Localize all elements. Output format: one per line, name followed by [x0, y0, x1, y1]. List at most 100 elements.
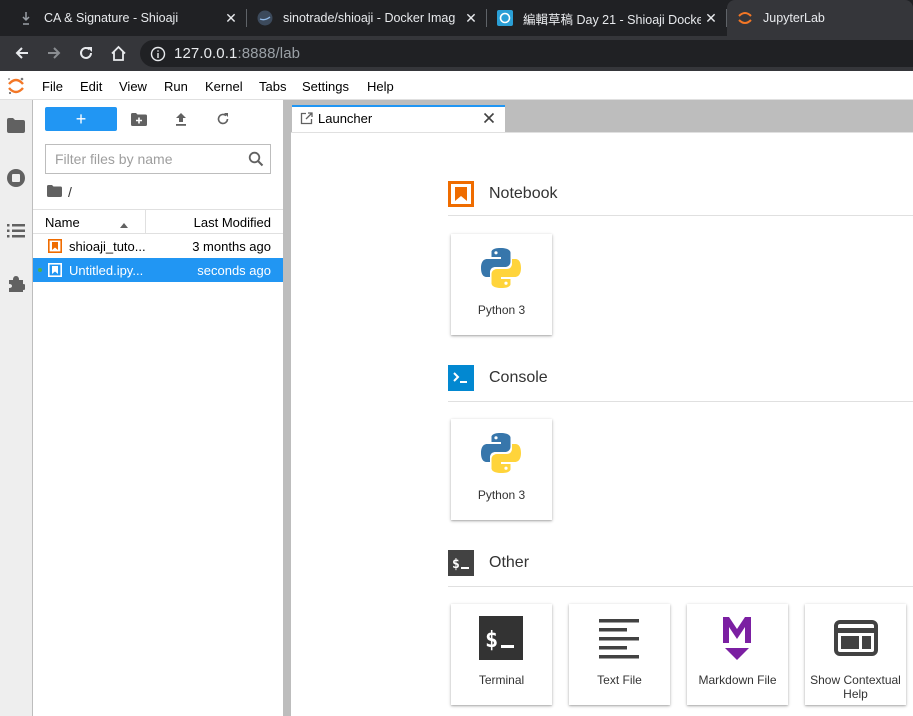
python-icon — [477, 244, 525, 292]
file-modified: 3 months ago — [192, 239, 271, 254]
url-host: 127.0.0.1 — [174, 45, 238, 62]
launcher-tab-icon — [300, 112, 313, 125]
card-label: Markdown File — [698, 673, 777, 687]
url-path: :8888/lab — [237, 45, 301, 62]
card-label: Python 3 — [477, 303, 526, 317]
jupyter-favicon-icon — [737, 10, 753, 26]
notebook-file-icon — [48, 239, 62, 253]
browser-tab[interactable]: 編輯草稿 Day 21 - Shioaji Docke ✕ — [487, 0, 727, 36]
section-notebook: Notebook — [448, 181, 558, 207]
refresh-icon[interactable] — [214, 110, 232, 128]
section-title: Notebook — [489, 185, 558, 202]
tab-launcher[interactable]: Launcher — [292, 105, 505, 132]
menu-view[interactable]: View — [119, 79, 147, 94]
site-info-icon[interactable] — [150, 46, 166, 62]
column-modified-header[interactable]: Last Modified — [194, 215, 271, 230]
file-row-selected[interactable]: Untitled.ipy... seconds ago — [33, 258, 283, 282]
filter-files-input[interactable] — [46, 145, 236, 173]
markdown-icon — [721, 615, 753, 661]
card-label: Text File — [597, 673, 642, 687]
docker-favicon-icon — [257, 10, 273, 26]
menu-bar: File Edit View Run Kernel Tabs Settings … — [0, 71, 913, 100]
close-tab-icon[interactable]: ✕ — [223, 10, 239, 26]
svg-text:$: $ — [485, 628, 498, 653]
file-name: Untitled.ipy... — [69, 263, 144, 278]
section-divider — [448, 586, 913, 587]
close-tab-icon[interactable]: ✕ — [463, 10, 479, 26]
contextual-help-icon — [834, 620, 878, 656]
ithome-favicon-icon — [497, 10, 513, 26]
browser-toolbar: 127.0.0.1:8888/lab — [0, 36, 913, 71]
reload-icon[interactable] — [73, 40, 99, 66]
file-browser: + / Name Last Modified shioaji_t — [33, 100, 283, 716]
browser-tab[interactable]: sinotrade/shioaji - Docker Imag ✕ — [247, 0, 487, 36]
new-launcher-button[interactable]: + — [45, 107, 117, 131]
new-folder-icon[interactable] — [130, 110, 148, 128]
section-divider — [448, 215, 913, 216]
section-title: Other — [489, 554, 530, 571]
python-icon — [477, 429, 525, 477]
breadcrumb-root[interactable]: / — [68, 184, 72, 200]
card-label: Python 3 — [477, 488, 526, 502]
running-indicator-icon — [38, 268, 42, 272]
console-icon — [448, 365, 474, 391]
menu-edit[interactable]: Edit — [80, 79, 102, 94]
svg-text:$: $ — [452, 557, 460, 572]
browser-tab-title: sinotrade/shioaji - Docker Imag — [283, 11, 456, 25]
browser-tabstrip: CA & Signature - Shioaji ✕ sinotrade/shi… — [0, 0, 913, 36]
text-file-icon — [598, 618, 640, 660]
menu-kernel[interactable]: Kernel — [205, 79, 243, 94]
extensions-icon[interactable] — [5, 273, 27, 295]
address-bar[interactable]: 127.0.0.1:8888/lab — [140, 40, 913, 67]
tab-title: Launcher — [318, 111, 373, 126]
browser-tab-title: CA & Signature - Shioaji — [44, 11, 179, 25]
card-label: Show Contextual Help — [810, 673, 901, 701]
browser-tab-title: JupyterLab — [763, 11, 825, 25]
launcher-card-text-file[interactable]: Text File — [569, 604, 670, 705]
running-sessions-icon[interactable] — [5, 167, 27, 189]
launcher-card-contextual-help[interactable]: Show Contextual Help — [805, 604, 906, 705]
menu-file[interactable]: File — [42, 79, 63, 94]
page-favicon-icon — [18, 10, 34, 26]
launcher-card-python3-console[interactable]: Python 3 — [451, 419, 552, 520]
breadcrumb: / — [47, 184, 72, 200]
menu-tabs[interactable]: Tabs — [259, 79, 286, 94]
back-icon[interactable] — [9, 40, 35, 66]
file-filter — [45, 144, 271, 174]
browser-tab[interactable]: CA & Signature - Shioaji ✕ — [0, 0, 247, 36]
browser-tab-title: 編輯草稿 Day 21 - Shioaji Docke — [523, 12, 701, 27]
launcher-card-terminal[interactable]: $ Terminal — [451, 604, 552, 705]
folder-icon[interactable] — [5, 114, 27, 136]
card-label: Terminal — [478, 673, 525, 687]
forward-icon[interactable] — [41, 40, 67, 66]
close-icon[interactable] — [483, 111, 495, 124]
terminal-icon: $ — [479, 616, 523, 660]
other-icon: $ — [448, 550, 474, 576]
upload-icon[interactable] — [172, 110, 190, 128]
panel-splitter[interactable] — [283, 100, 291, 716]
activity-bar — [0, 100, 33, 716]
url-text: 127.0.0.1:8888/lab — [174, 45, 300, 62]
section-divider — [448, 401, 913, 402]
menu-run[interactable]: Run — [164, 79, 188, 94]
column-name-header[interactable]: Name — [33, 210, 146, 233]
plus-icon: + — [75, 109, 87, 129]
launcher-card-markdown-file[interactable]: Markdown File — [687, 604, 788, 705]
launcher-card-python3-notebook[interactable]: Python 3 — [451, 234, 552, 335]
table-of-contents-icon[interactable] — [5, 220, 27, 242]
section-other: $ Other — [448, 550, 529, 576]
menu-settings[interactable]: Settings — [302, 79, 349, 94]
notebook-file-icon — [48, 263, 62, 277]
launcher-panel: Notebook Python 3 Console Python 3 $ Oth… — [291, 132, 913, 716]
search-icon — [248, 151, 264, 167]
section-console: Console — [448, 365, 548, 391]
breadcrumb-folder-icon[interactable] — [47, 184, 62, 200]
column-name-label: Name — [45, 215, 80, 230]
browser-tab-active[interactable]: JupyterLab — [727, 0, 913, 36]
notebook-icon — [448, 181, 474, 207]
home-icon[interactable] — [105, 40, 131, 66]
menu-help[interactable]: Help — [367, 79, 394, 94]
file-row[interactable]: shioaji_tuto... 3 months ago — [33, 234, 283, 258]
close-tab-icon[interactable]: ✕ — [703, 10, 719, 26]
main-tab-bar: Launcher — [291, 100, 913, 132]
